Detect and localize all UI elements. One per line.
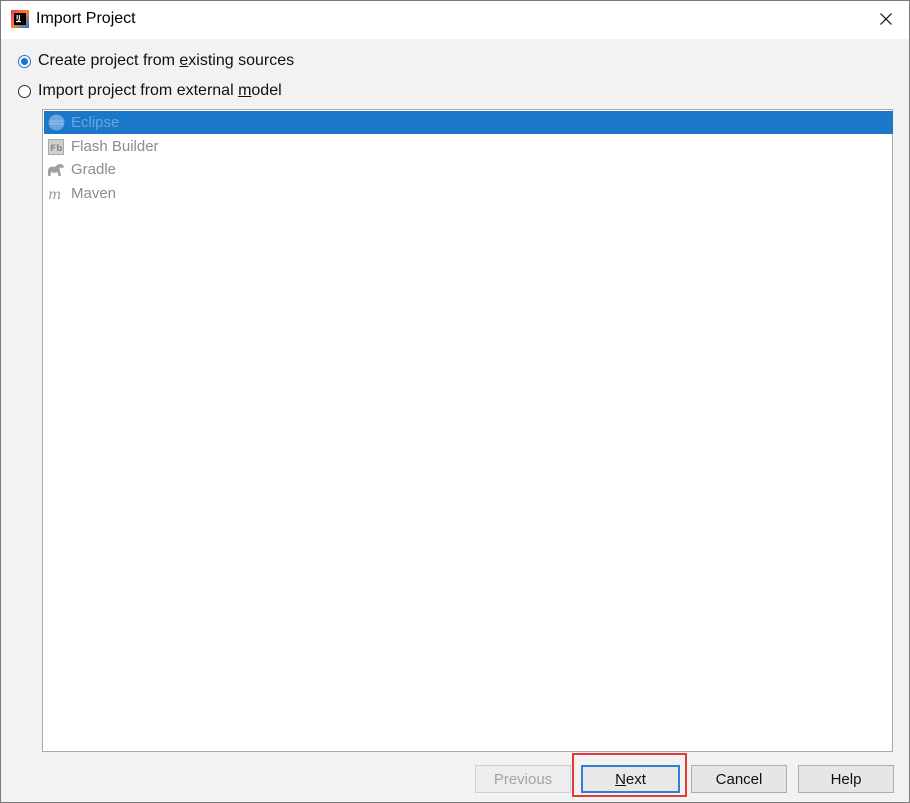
svg-text:m: m — [48, 187, 61, 201]
radio-button-checked[interactable] — [18, 54, 31, 68]
list-item-label: Flash Builder — [71, 138, 159, 155]
list-item-gradle[interactable]: Gradle — [44, 158, 893, 181]
gradle-icon — [47, 161, 65, 179]
next-button[interactable]: Next — [581, 765, 680, 793]
radio-create-from-existing-sources[interactable]: Create project from existing sources — [18, 50, 294, 72]
title-bar: IJ Import Project — [1, 1, 909, 39]
radio-label-external-model: Import project from external model — [38, 82, 282, 99]
import-project-dialog: IJ Import Project Create project from ex… — [0, 0, 910, 803]
list-item-maven[interactable]: m Maven — [44, 182, 893, 205]
maven-icon: m — [47, 185, 65, 203]
previous-button[interactable]: Previous — [475, 765, 571, 793]
list-item-eclipse[interactable]: Eclipse — [44, 111, 893, 134]
close-icon — [880, 12, 892, 29]
intellij-idea-icon: IJ — [11, 10, 29, 28]
radio-import-from-external-model[interactable]: Import project from external model — [18, 80, 282, 102]
help-button[interactable]: Help — [798, 765, 894, 793]
flash-builder-icon: Fb — [47, 138, 65, 156]
svg-text:IJ: IJ — [16, 15, 20, 22]
eclipse-icon — [47, 114, 65, 132]
radio-label-existing-sources: Create project from existing sources — [38, 52, 295, 69]
list-item-label: Eclipse — [71, 114, 120, 131]
close-button[interactable] — [863, 1, 909, 39]
svg-text:Fb: Fb — [50, 144, 63, 154]
list-item-label: Maven — [71, 185, 117, 202]
window-title: Import Project — [36, 10, 136, 27]
cancel-button[interactable]: Cancel — [691, 765, 787, 793]
list-item-label: Gradle — [71, 161, 117, 178]
radio-button-unchecked[interactable] — [18, 84, 31, 98]
external-model-list[interactable]: Eclipse Fb Flash Builder Gradle m Maven — [42, 109, 893, 752]
list-item-flash-builder[interactable]: Fb Flash Builder — [44, 135, 893, 158]
